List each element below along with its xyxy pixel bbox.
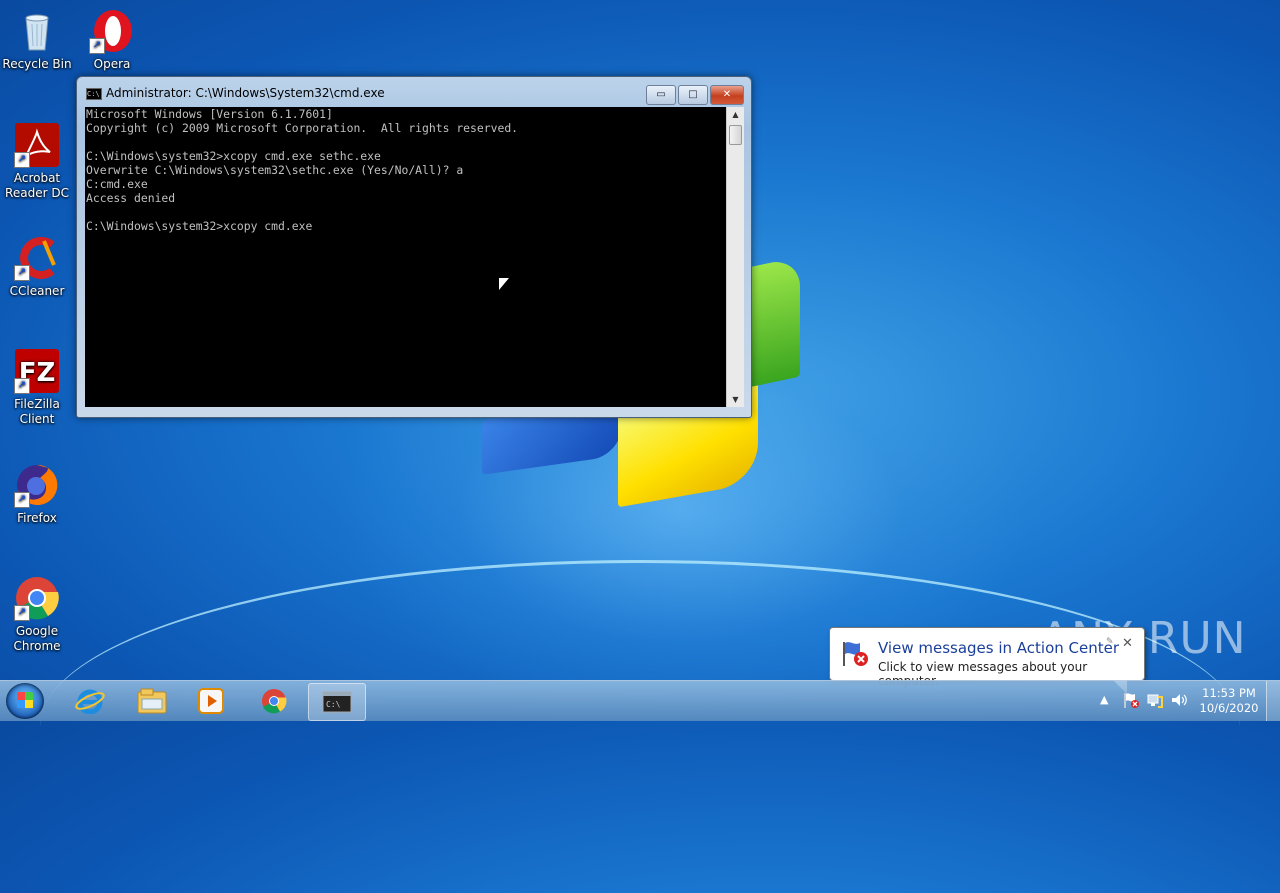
action-center-flag-icon [840, 638, 870, 668]
taskbar-item-chrome[interactable] [246, 683, 302, 719]
notification-title[interactable]: View messages in Action Center [878, 639, 1119, 657]
shortcut-arrow-icon: ↗ [14, 378, 30, 394]
desktop-icon-label: Google Chrome [13, 624, 61, 653]
minimize-button[interactable]: ▭ [646, 85, 676, 105]
mouse-pointer-icon [499, 278, 509, 290]
desktop-icon-label: Acrobat Reader DC [5, 171, 69, 200]
windows-logo-icon [17, 692, 33, 708]
desktop-icon-recycle-bin[interactable]: Recycle Bin [0, 8, 74, 72]
desktop-icon-acrobat[interactable]: ↗ Acrobat Reader DC [0, 122, 74, 201]
taskbar: C:\ ▲ 11:53 PM 10/6/2020 [0, 680, 1280, 721]
windows-logo-green-pane [748, 256, 800, 388]
ccleaner-icon: ↗ [14, 235, 60, 281]
show-desktop-button[interactable] [1266, 681, 1280, 721]
media-player-icon [197, 688, 227, 714]
action-center-notification[interactable]: View messages in Action Center Click to … [829, 627, 1145, 694]
close-button[interactable]: ✕ [710, 85, 744, 105]
acrobat-icon: ↗ [14, 122, 60, 168]
console-line: Microsoft Windows [Version 6.1.7601] [86, 107, 333, 121]
firefox-icon: ↗ [14, 462, 60, 508]
console-line: Overwrite C:\Windows\system32\sethc.exe … [86, 163, 464, 177]
maximize-button[interactable]: □ [678, 85, 708, 105]
desktop-icon-firefox[interactable]: ↗ Firefox [0, 462, 74, 526]
console-line: C:\Windows\system32>xcopy cmd.exe sethc.… [86, 149, 381, 163]
wallpaper-arc [40, 560, 1240, 893]
console-line [85, 205, 726, 219]
cmd-window[interactable]: C:\ Administrator: C:\Windows\System32\c… [76, 76, 752, 418]
pin-icon: ✎ [1106, 637, 1114, 647]
desktop-icon-opera[interactable]: ↗ Opera [75, 8, 149, 72]
cmd-icon: C:\ [86, 88, 102, 100]
vertical-scrollbar[interactable]: ▲ ▼ [726, 107, 744, 407]
start-button[interactable] [6, 683, 44, 719]
taskbar-item-cmd[interactable]: C:\ [308, 683, 366, 721]
desktop-icon-label: Recycle Bin [2, 57, 72, 71]
chrome-icon: ↗ [14, 575, 60, 621]
console-line [85, 135, 726, 149]
volume-tray-icon[interactable] [1170, 691, 1188, 731]
action-center-tray-icon[interactable] [1122, 691, 1140, 731]
clock-date: 10/6/2020 [1199, 701, 1259, 715]
desktop-icon-label: CCleaner [9, 284, 65, 298]
console-output[interactable]: Microsoft Windows [Version 6.1.7601] Cop… [85, 107, 726, 407]
shortcut-arrow-icon: ↗ [14, 265, 30, 281]
taskbar-item-media-player[interactable] [184, 683, 240, 719]
taskbar-item-windows-explorer[interactable] [124, 683, 180, 719]
clock-time: 11:53 PM [1202, 686, 1256, 700]
taskbar-item-internet-explorer[interactable] [62, 683, 118, 719]
filezilla-icon: FZ ↗ [14, 348, 60, 394]
opera-icon: ↗ [89, 8, 135, 54]
cmd-icon: C:\ [322, 689, 352, 715]
chrome-icon [259, 688, 289, 714]
svg-text:C:\: C:\ [326, 700, 341, 709]
window-titlebar[interactable]: C:\ Administrator: C:\Windows\System32\c… [77, 77, 751, 107]
desktop-icon-label: Opera [93, 57, 131, 71]
console-line: C:cmd.exe [86, 177, 148, 191]
desktop-icon-filezilla[interactable]: FZ ↗ FileZilla Client [0, 348, 74, 427]
desktop-icon-label: FileZilla Client [14, 397, 60, 426]
network-tray-icon[interactable] [1146, 691, 1164, 731]
folder-icon [137, 688, 167, 714]
desktop-icon-label: Firefox [17, 511, 57, 525]
shortcut-arrow-icon: ↗ [14, 152, 30, 168]
notification-close-button[interactable]: ✕ [1122, 636, 1133, 651]
console-line: Copyright (c) 2009 Microsoft Corporation… [86, 121, 519, 135]
console-line: C:\Windows\system32>xcopy cmd.exe [86, 219, 313, 233]
desktop-icon-chrome[interactable]: ↗ Google Chrome [0, 575, 74, 654]
scroll-down-icon[interactable]: ▼ [727, 392, 744, 407]
tray-expand-button[interactable]: ▲ [1100, 693, 1108, 733]
scroll-up-icon[interactable]: ▲ [727, 107, 744, 122]
shortcut-arrow-icon: ↗ [14, 492, 30, 508]
desktop-icon-ccleaner[interactable]: ↗ CCleaner [0, 235, 74, 299]
internet-explorer-icon [75, 688, 105, 715]
shortcut-arrow-icon: ↗ [14, 605, 30, 621]
taskbar-clock[interactable]: 11:53 PM 10/6/2020 [1196, 686, 1262, 716]
scroll-thumb[interactable] [729, 125, 742, 145]
console-line: Access denied [86, 191, 176, 205]
window-title: Administrator: C:\Windows\System32\cmd.e… [106, 86, 385, 100]
recycle-bin-icon [14, 8, 60, 54]
shortcut-arrow-icon: ↗ [89, 38, 105, 54]
